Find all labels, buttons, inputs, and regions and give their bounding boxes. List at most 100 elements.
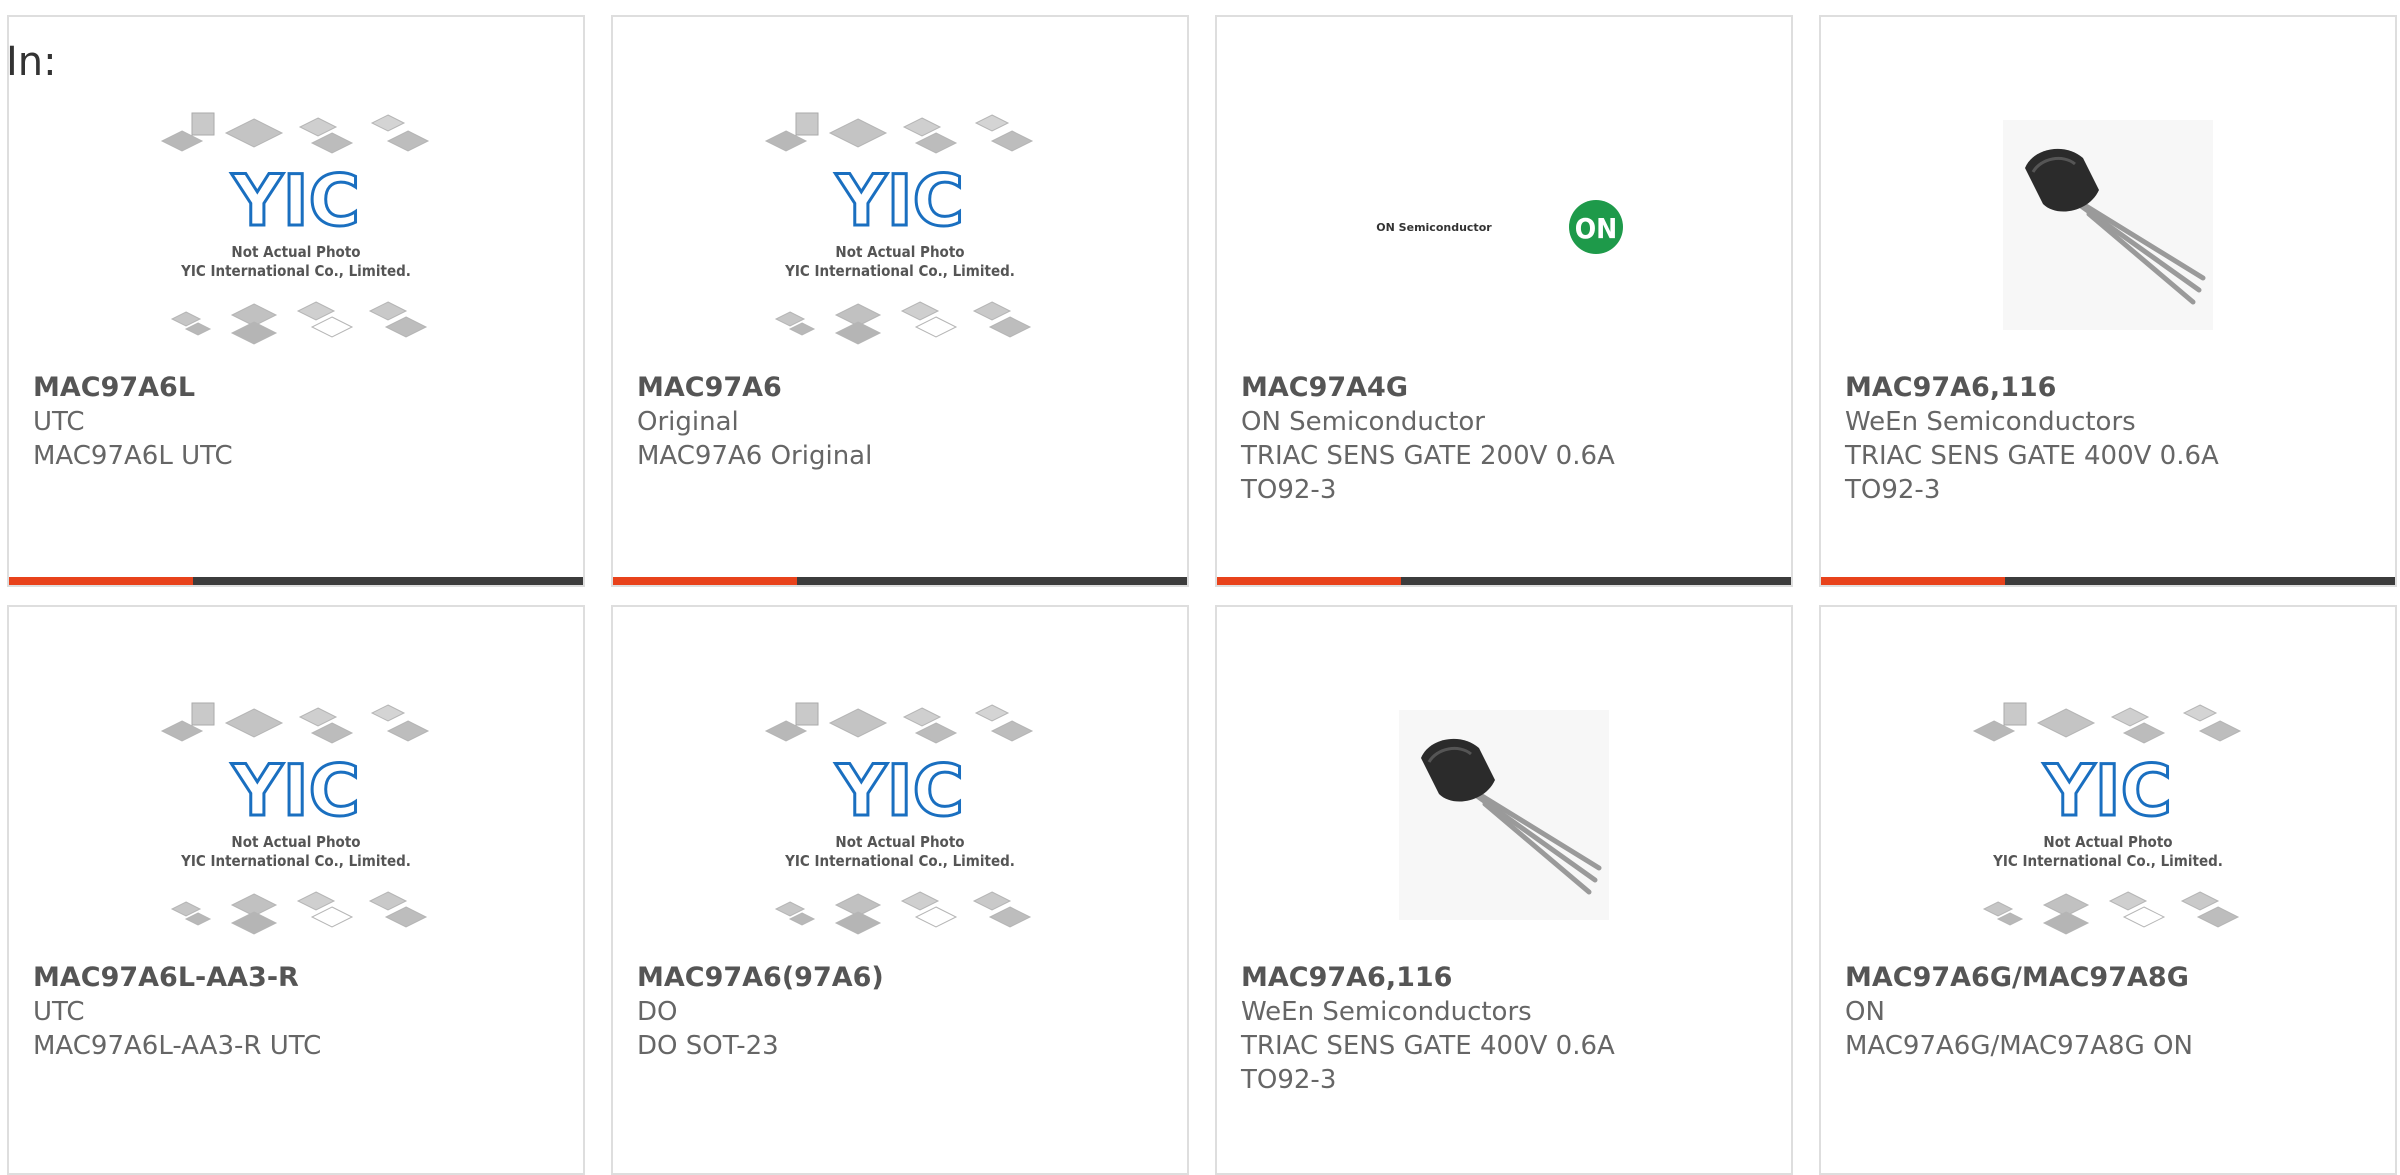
- description-2: TO92-3: [1241, 475, 1337, 505]
- chip-icon: [834, 321, 882, 345]
- yic-logo: YIC: [231, 160, 360, 242]
- product-card[interactable]: MAC97A6,116 WeEn Semiconductors TRIAC SE…: [1215, 605, 1793, 1175]
- chip-icon: [386, 720, 430, 742]
- chip-icon: [834, 911, 882, 935]
- on-semiconductor-logo: ON Semiconductor ON: [1376, 200, 1623, 254]
- placeholder-caption-1: Not Actual Photo: [231, 243, 360, 261]
- chip-icon: [191, 112, 215, 136]
- chip-icon: [370, 114, 406, 132]
- card-bar: [613, 577, 1187, 585]
- card-bar-accent: [9, 577, 193, 585]
- product-card[interactable]: YIC Not Actual Photo YIC International Co.…: [611, 605, 1189, 1175]
- chip-icon: [990, 130, 1034, 152]
- chip-icon: [368, 301, 408, 321]
- placeholder-caption-2: YIC International Co., Limited.: [1992, 852, 2223, 870]
- manufacturer: UTC: [33, 407, 85, 437]
- chip-icon: [788, 912, 816, 926]
- chip-icon: [370, 704, 406, 722]
- placeholder-caption-2: YIC International Co., Limited.: [180, 262, 411, 280]
- part-number[interactable]: MAC97A6,116: [1845, 371, 2385, 405]
- description: MAC97A6L-AA3-R UTC: [33, 1031, 322, 1061]
- chip-icon: [972, 891, 1012, 911]
- chip-icon: [384, 906, 428, 928]
- product-image: YIC Not Actual Photo YIC International Co.…: [613, 675, 1187, 955]
- chip-icon: [988, 316, 1032, 338]
- chip-icon: [230, 911, 278, 935]
- chip-icon: [972, 301, 1012, 321]
- product-card[interactable]: ON Semiconductor ON MAC97A4G ON Semicondu…: [1215, 15, 1793, 587]
- manufacturer: DO: [637, 997, 678, 1027]
- description: MAC97A6L UTC: [33, 441, 233, 471]
- part-number[interactable]: MAC97A6L: [33, 371, 573, 405]
- product-image: [1821, 85, 2395, 365]
- chip-icon: [191, 702, 215, 726]
- product-card[interactable]: YIC Not Actual Photo YIC International Co.…: [1819, 605, 2397, 1175]
- chip-icon: [795, 112, 819, 136]
- chip-icon: [224, 118, 284, 148]
- chip-icon: [795, 702, 819, 726]
- manufacturer: Original: [637, 407, 739, 437]
- description: MAC97A6G/MAC97A8G ON: [1845, 1031, 2193, 1061]
- chip-icon: [2198, 720, 2242, 742]
- card-bar-accent: [1821, 577, 2005, 585]
- product-card[interactable]: MAC97A6,116 WeEn Semiconductors TRIAC SE…: [1819, 15, 2397, 587]
- chip-icon: [368, 891, 408, 911]
- chip-icon: [224, 708, 284, 738]
- card-bar: [1217, 577, 1791, 585]
- yic-logo: YIC: [835, 160, 964, 242]
- chip-icon: [1996, 912, 2024, 926]
- product-card[interactable]: YIC Not Actual Photo YIC International Co.…: [7, 605, 585, 1175]
- chip-icon: [184, 912, 212, 926]
- yic-placeholder-image: YICNot Actual PhotoYIC International Co.…: [160, 702, 430, 935]
- chip-icon: [788, 322, 816, 336]
- part-number[interactable]: MAC97A6(97A6): [637, 961, 1177, 995]
- description: DO SOT-23: [637, 1031, 779, 1061]
- chip-icon: [900, 301, 940, 321]
- chip-icon: [990, 720, 1034, 742]
- chip-icon: [2180, 891, 2220, 911]
- chip-icon: [828, 118, 888, 148]
- chip-icon: [2122, 906, 2166, 928]
- chip-icon: [974, 114, 1010, 132]
- product-image: YIC Not Actual Photo YIC International Co.…: [9, 85, 583, 365]
- product-card[interactable]: YIC Not Actual Photo YIC International Co.…: [7, 15, 585, 587]
- description: TRIAC SENS GATE 400V 0.6A: [1241, 1031, 1615, 1061]
- product-image: YIC Not Actual Photo YIC International Co.…: [613, 85, 1187, 365]
- description: TRIAC SENS GATE 200V 0.6A: [1241, 441, 1615, 471]
- description-2: TO92-3: [1845, 475, 1941, 505]
- part-number[interactable]: MAC97A6: [637, 371, 1177, 405]
- part-number[interactable]: MAC97A6L-AA3-R: [33, 961, 573, 995]
- part-number[interactable]: MAC97A4G: [1241, 371, 1781, 405]
- chip-icon: [2003, 702, 2027, 726]
- chip-icon: [914, 906, 958, 928]
- placeholder-caption-1: Not Actual Photo: [231, 833, 360, 851]
- chip-icon: [230, 321, 278, 345]
- card-bar: [9, 577, 583, 585]
- product-image: YIC Not Actual Photo YIC International Co.…: [1821, 675, 2395, 955]
- in-label: In:: [6, 39, 57, 85]
- manufacturer: WeEn Semiconductors: [1241, 997, 1532, 1027]
- chip-icon: [310, 316, 354, 338]
- to92-transistor-image: [1399, 710, 1609, 920]
- chip-icon: [386, 130, 430, 152]
- card-bar: [1821, 577, 2395, 585]
- part-number[interactable]: MAC97A6,116: [1241, 961, 1781, 995]
- on-wordmark: ON Semiconductor: [1376, 221, 1492, 234]
- description: TRIAC SENS GATE 400V 0.6A: [1845, 441, 2219, 471]
- chip-icon: [2196, 906, 2240, 928]
- yic-placeholder-image: YICNot Actual PhotoYIC International Co.…: [764, 112, 1034, 345]
- product-image: [1217, 675, 1791, 955]
- placeholder-caption-1: Not Actual Photo: [2043, 833, 2172, 851]
- on-badge-text: ON: [1575, 212, 1618, 245]
- product-image: YIC Not Actual Photo YIC International Co.…: [9, 675, 583, 955]
- chip-icon: [900, 891, 940, 911]
- product-card[interactable]: YIC Not Actual Photo YIC International Co.…: [611, 15, 1189, 587]
- manufacturer: ON: [1845, 997, 1885, 1027]
- yic-logo: YIC: [2043, 750, 2172, 832]
- to92-transistor-image: [2003, 120, 2213, 330]
- manufacturer: WeEn Semiconductors: [1845, 407, 2136, 437]
- chip-icon: [828, 708, 888, 738]
- manufacturer: ON Semiconductor: [1241, 407, 1485, 437]
- description: MAC97A6 Original: [637, 441, 873, 471]
- part-number[interactable]: MAC97A6G/MAC97A8G: [1845, 961, 2385, 995]
